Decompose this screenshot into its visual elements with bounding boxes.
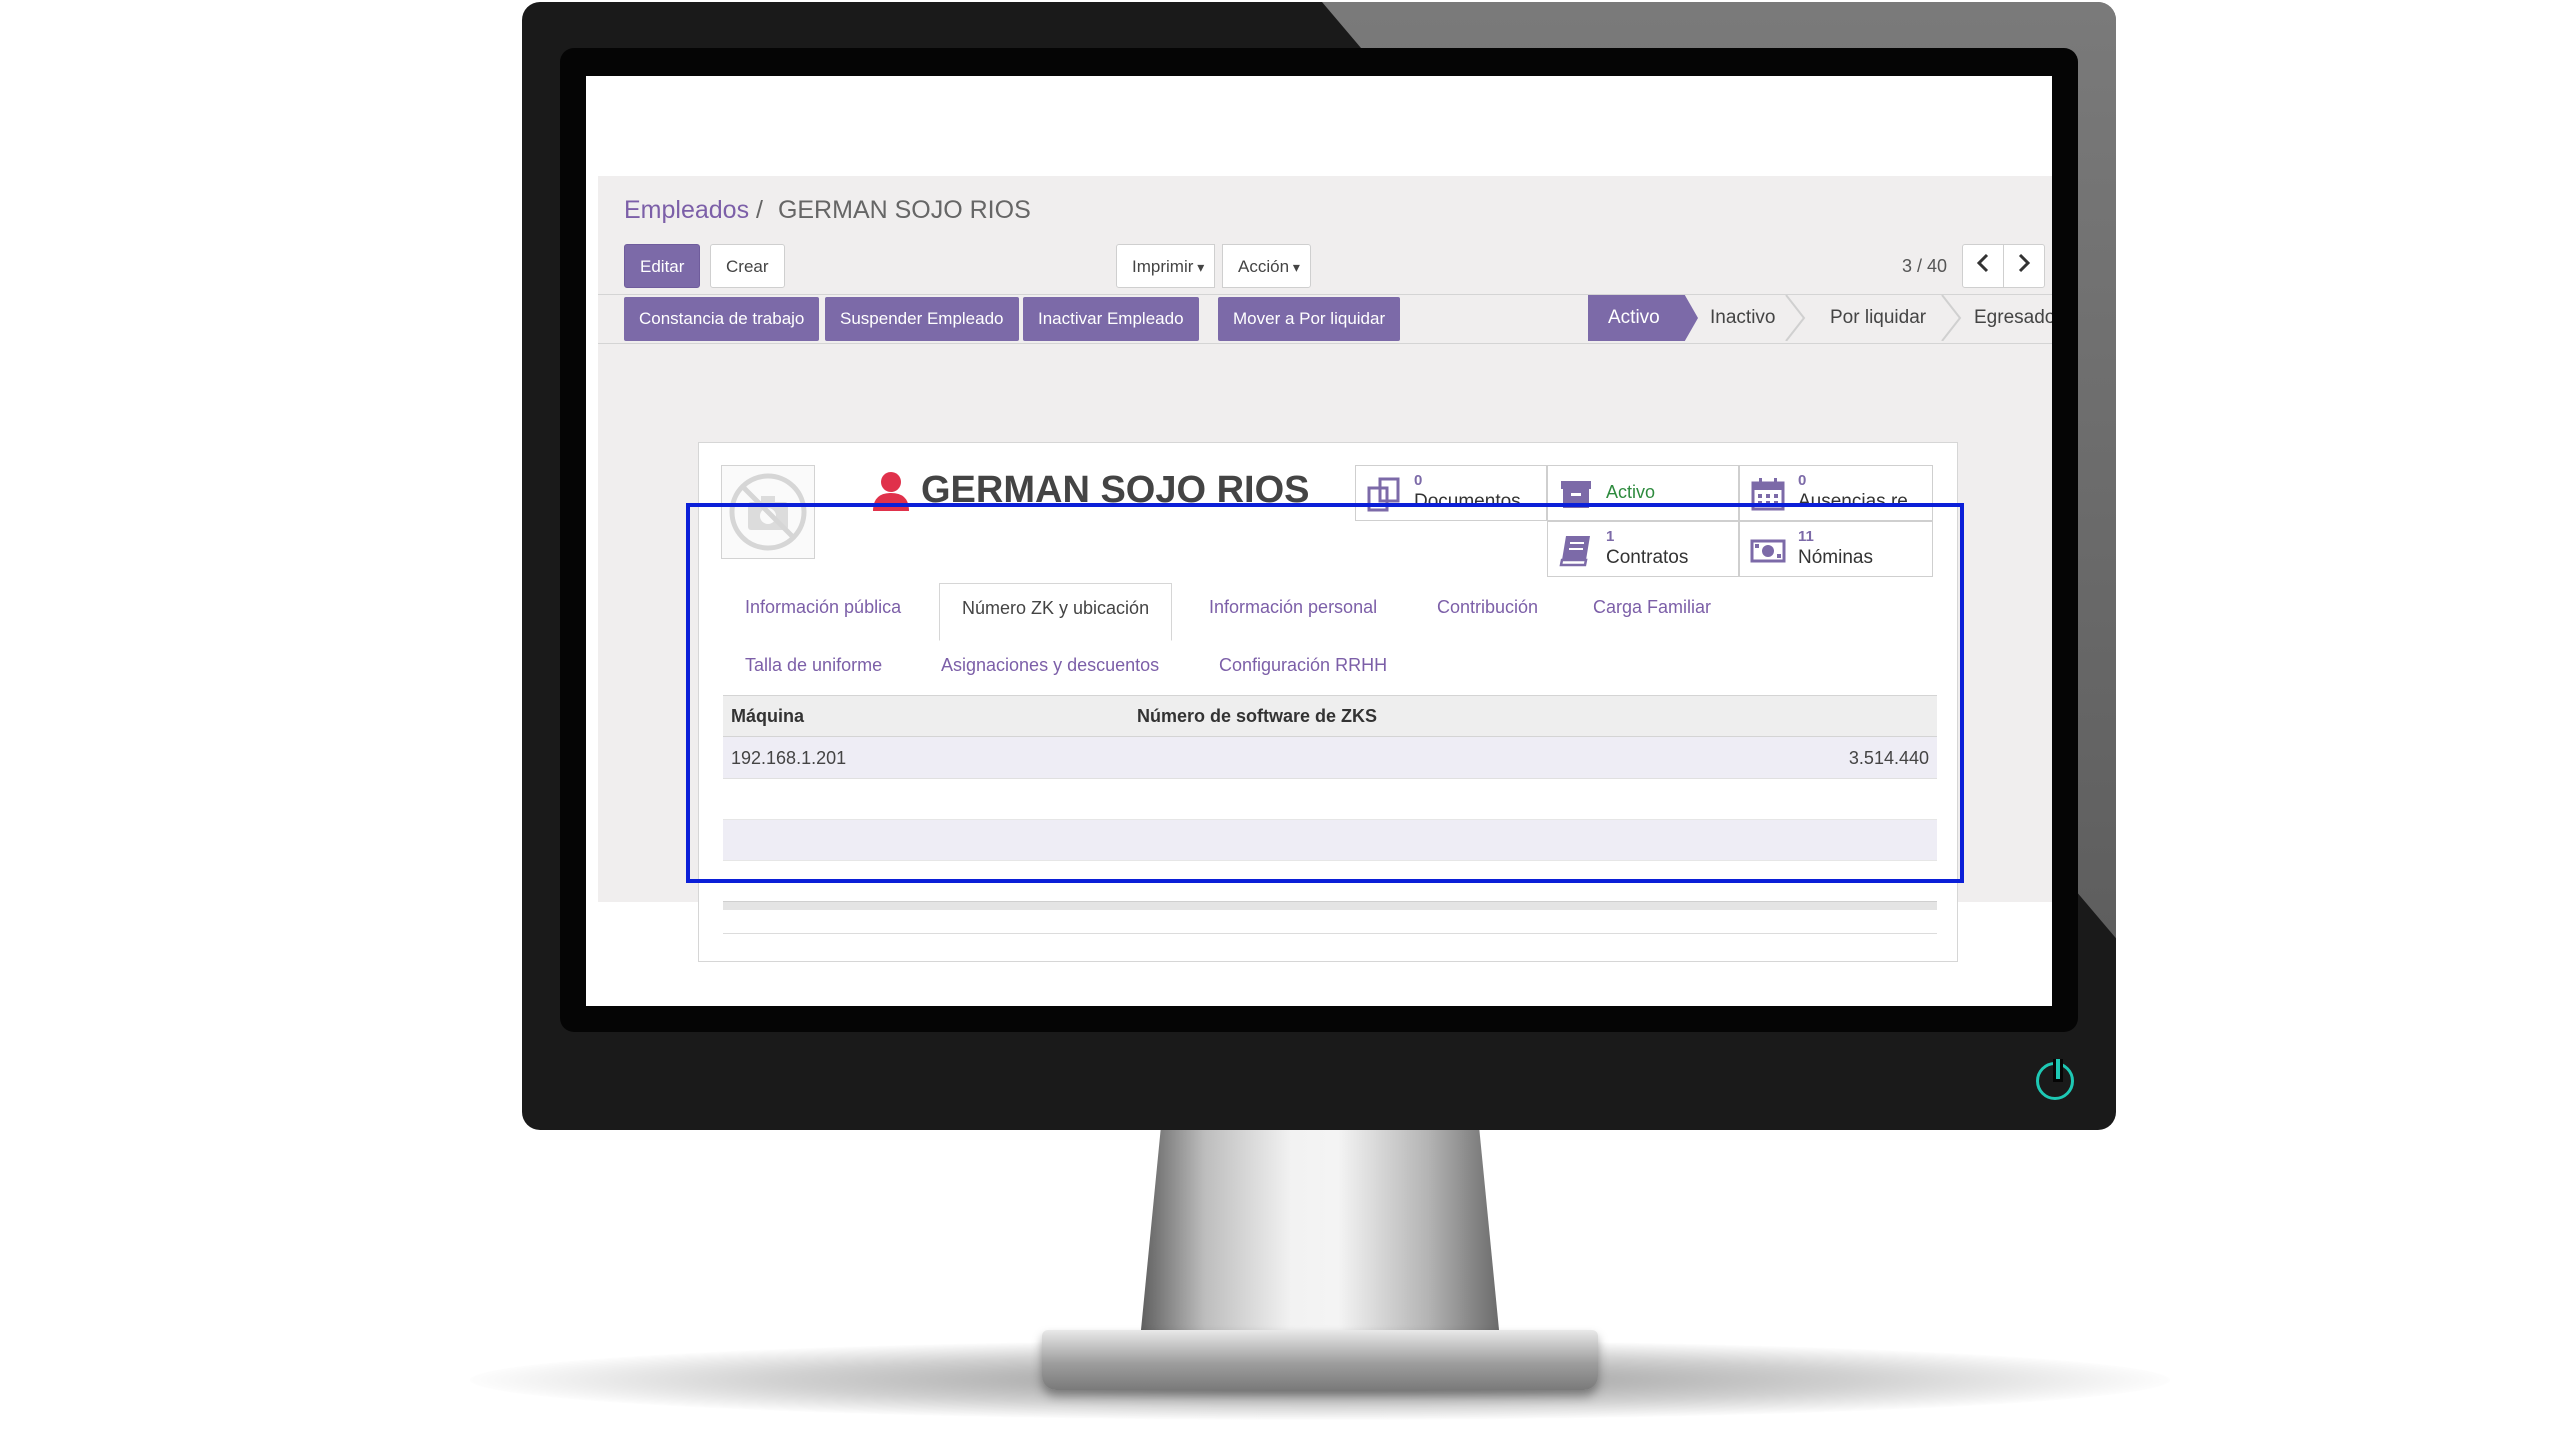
- create-button[interactable]: Crear: [710, 244, 785, 288]
- breadcrumb: Empleados / GERMAN SOJO RIOS: [624, 196, 1031, 225]
- chevron-left-icon: [1976, 253, 1989, 273]
- chevron-down-icon: [1193, 257, 1204, 276]
- edit-button[interactable]: Editar: [624, 244, 701, 288]
- print-dropdown[interactable]: Imprimir: [1116, 244, 1216, 288]
- documents-count: 0: [1414, 472, 1423, 489]
- breadcrumb-employees-link[interactable]: Empleados: [624, 196, 749, 224]
- highlight-box: [686, 503, 1964, 883]
- form-statusbar: Constancia de trabajo Suspender Empleado…: [598, 294, 2052, 344]
- stage-discharged[interactable]: Egresado: [1974, 295, 2052, 341]
- print-label: Imprimir: [1132, 257, 1194, 276]
- stage-active[interactable]: Activo: [1588, 295, 1698, 341]
- move-to-liquidate-button[interactable]: Mover a Por liquidar: [1218, 297, 1401, 341]
- stage-separator-icon: [1941, 295, 1962, 341]
- breadcrumb-current: GERMAN SOJO RIOS: [777, 196, 1031, 224]
- table-divider: [723, 933, 1937, 934]
- pager-value: 3 / 40: [1902, 256, 1948, 276]
- power-icon[interactable]: [2036, 1059, 2074, 1100]
- absences-count: 0: [1798, 472, 1807, 489]
- breadcrumb-separator: /: [756, 196, 763, 224]
- active-status-label: Activo: [1606, 482, 1656, 502]
- stage-inactive[interactable]: Inactivo: [1710, 295, 1775, 341]
- monitor-stand-base: [1042, 1330, 1598, 1390]
- monitor-stand-neck: [1140, 1120, 1500, 1340]
- stage-to-liquidate[interactable]: Por liquidar: [1830, 295, 1926, 341]
- table-footer: [723, 901, 1937, 910]
- stage-separator-icon: [1785, 295, 1806, 341]
- deactivate-employee-button[interactable]: Inactivar Empleado: [1023, 297, 1199, 341]
- pager-previous-button[interactable]: [1962, 244, 2004, 288]
- chevron-down-icon: [1289, 257, 1300, 276]
- pager-next-button[interactable]: [2003, 244, 2045, 288]
- suspend-employee-button[interactable]: Suspender Empleado: [825, 297, 1019, 341]
- chevron-right-icon: [2018, 253, 2031, 273]
- work-certificate-button[interactable]: Constancia de trabajo: [624, 297, 820, 341]
- action-label: Acción: [1238, 257, 1290, 276]
- action-dropdown[interactable]: Acción: [1222, 244, 1311, 288]
